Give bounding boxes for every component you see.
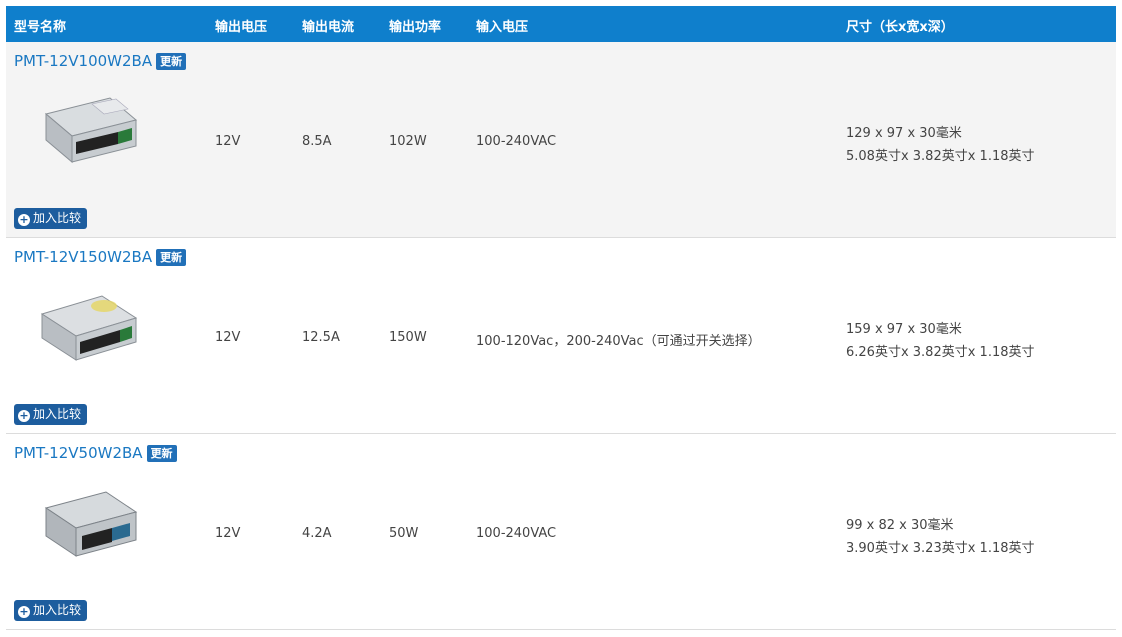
power-value: 102W [389,134,427,149]
vin-value: 100-240VAC [476,526,557,541]
iout-value: 4.2A [302,526,332,541]
model-link[interactable]: PMT-12V50W2BA 更新 [14,444,177,462]
table-row: PMT-12V150W2BA 更新 + 加入比较 12V 12.5A 150W 10… [6,238,1116,434]
plus-circle-icon: + [18,605,30,618]
power-value: 150W [389,330,427,345]
vout-value: 12V [215,134,241,149]
update-badge: 更新 [156,249,187,266]
col-vout-header[interactable]: 输出电压 [215,16,267,35]
vout-value: 12V [215,330,241,345]
product-image[interactable] [32,92,144,176]
model-link[interactable]: PMT-12V100W2BA 更新 [14,52,187,70]
add-compare-button[interactable]: + 加入比较 [14,208,88,229]
add-compare-label: 加入比较 [33,211,82,225]
vin-value: 100-120Vac，200-240Vac（可通过开关选择） [476,334,761,349]
size-mm: 159 x 97 x 30毫米 [846,322,962,337]
col-model-header[interactable]: 型号名称 [14,16,66,35]
size-in: 5.08英寸x 3.82英寸x 1.18英寸 [846,149,1035,164]
plus-circle-icon: + [18,409,30,422]
size-mm: 129 x 97 x 30毫米 [846,126,962,141]
size-in: 3.90英寸x 3.23英寸x 1.18英寸 [846,541,1035,556]
col-iout-header[interactable]: 输出电流 [302,16,354,35]
col-size-header[interactable]: 尺寸（长x宽x深） [846,16,954,35]
size-in: 6.26英寸x 3.82英寸x 1.18英寸 [846,345,1035,360]
table-header: 型号名称 输出电压 输出电流 输出功率 输入电压 尺寸（长x宽x深） [6,6,1116,42]
size-mm: 99 x 82 x 30毫米 [846,518,954,533]
iout-value: 12.5A [302,330,340,345]
model-name[interactable]: PMT-12V50W2BA [14,444,143,462]
table-row: PMT-12V50W2BA 更新 + 加入比较 12V 4.2A 50W 100-2… [6,434,1116,630]
model-link[interactable]: PMT-12V150W2BA 更新 [14,248,187,266]
iout-value: 8.5A [302,134,332,149]
size-value: 159 x 97 x 30毫米 6.26英寸x 3.82英寸x 1.18英寸 [846,318,1035,364]
model-name[interactable]: PMT-12V150W2BA [14,248,152,266]
plus-circle-icon: + [18,213,30,226]
vin-value: 100-240VAC [476,134,557,149]
add-compare-label: 加入比较 [33,407,82,421]
power-value: 50W [389,526,419,541]
add-compare-button[interactable]: + 加入比较 [14,600,88,621]
size-value: 99 x 82 x 30毫米 3.90英寸x 3.23英寸x 1.18英寸 [846,514,1035,560]
col-power-header[interactable]: 输出功率 [389,16,441,35]
size-value: 129 x 97 x 30毫米 5.08英寸x 3.82英寸x 1.18英寸 [846,122,1035,168]
product-table: 型号名称 输出电压 输出电流 输出功率 输入电压 尺寸（长x宽x深） PMT-1… [6,6,1116,630]
table-row: PMT-12V100W2BA 更新 + 加入比较 12V 8.5A 102W 100… [6,42,1116,238]
product-image[interactable] [32,484,144,568]
product-image[interactable] [32,288,144,372]
update-badge: 更新 [156,53,187,70]
vout-value: 12V [215,526,241,541]
model-name[interactable]: PMT-12V100W2BA [14,52,152,70]
add-compare-button[interactable]: + 加入比较 [14,404,88,425]
add-compare-label: 加入比较 [33,603,82,617]
col-vin-header[interactable]: 输入电压 [476,16,528,35]
update-badge: 更新 [146,445,177,462]
